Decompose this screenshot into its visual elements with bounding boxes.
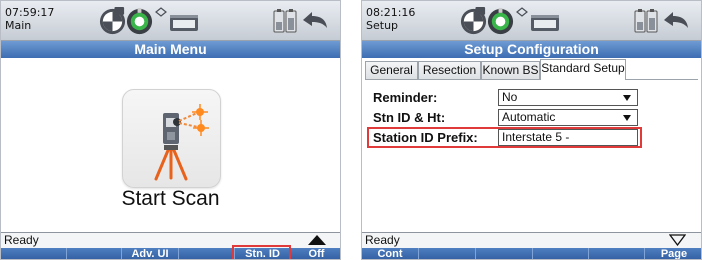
status-text: Ready — [365, 233, 400, 247]
link-icon — [155, 7, 167, 17]
status-line: Ready — [362, 232, 701, 248]
cont-softkey[interactable]: Cont — [362, 248, 418, 259]
page-title: Main Menu — [1, 41, 340, 58]
stn-id-ht-label: Stn ID & Ht: — [373, 110, 446, 125]
status-text: Ready — [4, 233, 39, 247]
target-icon[interactable] — [98, 7, 127, 36]
total-station-icon — [154, 104, 209, 181]
setup-configuration-screen: 08:21:16 Setup Setup Configuration Gener… — [361, 0, 702, 260]
dropdown-caret-icon[interactable] — [623, 115, 631, 121]
radio-icon[interactable] — [530, 15, 560, 32]
scroll-up-arrow-icon[interactable] — [308, 235, 326, 245]
start-scan-tile[interactable] — [122, 89, 221, 188]
softkey-3[interactable] — [475, 248, 532, 259]
tab-known-bs[interactable]: Known BS — [481, 61, 540, 79]
softkey-4[interactable] — [532, 248, 588, 259]
stn-id-ht-value: Automatic — [502, 110, 556, 124]
reminder-label: Reminder: — [373, 90, 438, 105]
softkey-bar: Cont Page — [362, 248, 701, 259]
scroll-down-arrow-icon[interactable] — [669, 234, 686, 246]
softkey-bar: Adv. UI Stn. ID Off — [1, 248, 340, 259]
softkey-4[interactable] — [178, 248, 234, 259]
battery-icon — [273, 9, 297, 33]
back-arrow-icon[interactable] — [663, 11, 689, 29]
top-status-bar: 07:59:17 Main — [1, 1, 340, 41]
main-menu-screen: 07:59:17 Main Main Menu Start Scan Ready… — [0, 0, 341, 260]
stn-id-ht-select[interactable]: Automatic — [498, 109, 638, 126]
prism-icon[interactable] — [486, 7, 515, 36]
radio-icon[interactable] — [169, 15, 199, 32]
tab-standard-setup[interactable]: Standard Setup — [540, 59, 626, 80]
softkey-5[interactable] — [588, 248, 644, 259]
context-label: Main — [5, 19, 32, 32]
clock: 07:59:17 Main — [5, 6, 54, 32]
clock: 08:21:16 Setup — [366, 6, 415, 32]
page-softkey[interactable]: Page — [644, 248, 701, 259]
adv-ui-softkey[interactable]: Adv. UI — [121, 248, 178, 259]
status-line: Ready — [1, 232, 340, 248]
reminder-select[interactable]: No — [498, 89, 638, 106]
softkey-2[interactable] — [66, 248, 121, 259]
stn-id-softkey[interactable]: Stn. ID — [234, 248, 290, 259]
page-title: Setup Configuration — [362, 41, 701, 58]
softkey-2[interactable] — [418, 248, 475, 259]
dropdown-caret-icon[interactable] — [623, 95, 631, 101]
top-status-bar: 08:21:16 Setup — [362, 1, 701, 41]
tab-divider — [365, 79, 698, 80]
station-id-prefix-label: Station ID Prefix: — [373, 130, 478, 145]
battery-icon — [634, 9, 658, 33]
station-id-prefix-input[interactable]: Interstate 5 - — [498, 129, 638, 146]
tab-resection[interactable]: Resection — [418, 61, 481, 79]
clock-time: 07:59:17 — [5, 6, 55, 19]
context-label: Setup — [366, 19, 399, 32]
tab-general[interactable]: General — [365, 61, 418, 79]
off-softkey[interactable]: Off — [290, 248, 340, 259]
link-icon — [516, 7, 528, 17]
prism-icon[interactable] — [125, 7, 154, 36]
clock-time: 08:21:16 — [366, 6, 416, 19]
softkey-1[interactable] — [1, 248, 66, 259]
start-scan-label[interactable]: Start Scan — [1, 187, 340, 211]
reminder-value: No — [502, 90, 518, 104]
back-arrow-icon[interactable] — [302, 11, 328, 29]
target-icon[interactable] — [459, 7, 488, 36]
